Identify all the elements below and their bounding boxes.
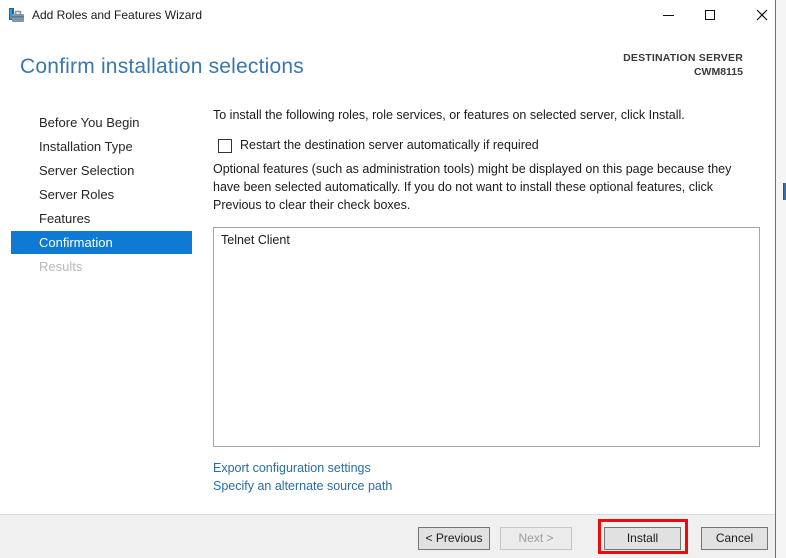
minimize-button[interactable] (657, 0, 679, 30)
alternate-source-path-link[interactable]: Specify an alternate source path (213, 479, 392, 493)
footer-bar: < Previous Next > Install Cancel (0, 514, 775, 558)
export-configuration-link[interactable]: Export configuration settings (213, 461, 371, 475)
sidebar-item-server-selection[interactable]: Server Selection (39, 162, 134, 179)
destination-server-label: DESTINATION SERVER (623, 52, 743, 64)
selected-features-listbox[interactable]: Telnet Client (213, 227, 760, 447)
window-title: Add Roles and Features Wizard (32, 8, 202, 22)
install-button[interactable]: Install (604, 527, 681, 550)
list-item-telnet-client: Telnet Client (214, 228, 759, 247)
page-title: Confirm installation selections (20, 55, 304, 79)
next-button[interactable]: Next > (500, 527, 572, 550)
destination-server-name: CWM8115 (623, 66, 743, 78)
wizard-window: Add Roles and Features Wizard Confirm in… (0, 0, 776, 558)
sidebar-item-confirmation[interactable]: Confirmation (11, 231, 192, 254)
instruction-text: To install the following roles, role ser… (213, 108, 763, 122)
maximize-icon (705, 10, 715, 20)
sidebar-item-installation-type[interactable]: Installation Type (39, 138, 133, 155)
screenshot-root: Add Roles and Features Wizard Confirm in… (0, 0, 786, 558)
cancel-button[interactable]: Cancel (701, 527, 768, 550)
title-bar: Add Roles and Features Wizard (0, 0, 775, 30)
destination-server-block: DESTINATION SERVER CWM8115 (623, 52, 743, 78)
maximize-button[interactable] (699, 0, 721, 30)
optional-features-note: Optional features (such as administratio… (213, 160, 758, 214)
close-icon (756, 9, 768, 21)
sidebar-item-server-roles[interactable]: Server Roles (39, 186, 114, 203)
sidebar-item-before-you-begin[interactable]: Before You Begin (39, 114, 139, 131)
sidebar-item-features[interactable]: Features (39, 210, 90, 227)
restart-checkbox[interactable] (218, 139, 232, 153)
minimize-icon (663, 15, 674, 16)
server-manager-icon (8, 7, 25, 24)
close-button[interactable] (751, 0, 773, 30)
previous-button[interactable]: < Previous (418, 527, 490, 550)
sidebar-item-results: Results (39, 258, 82, 275)
restart-checkbox-label[interactable]: Restart the destination server automatic… (240, 138, 539, 152)
